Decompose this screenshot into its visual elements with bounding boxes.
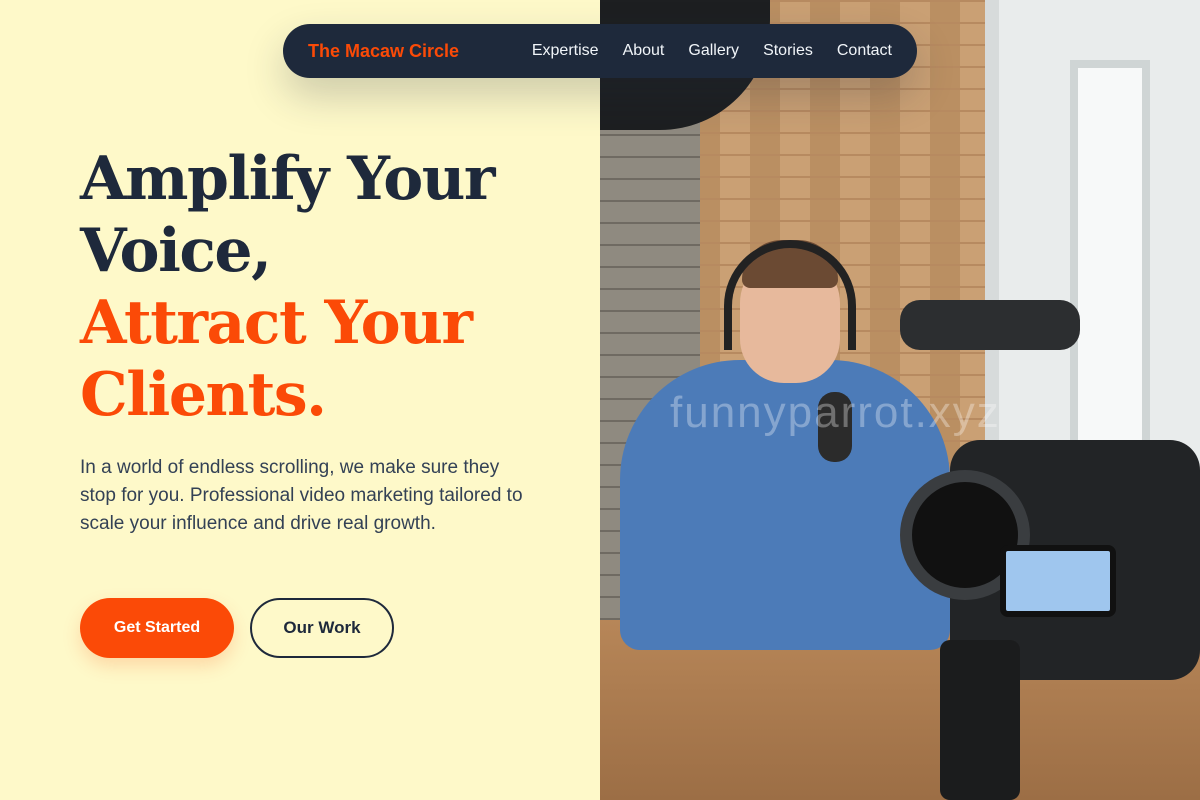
hero-photo: funnyparrot.xyz [600, 0, 1200, 800]
top-navigation: The Macaw Circle Expertise About Gallery… [283, 24, 917, 78]
camera-handle [900, 300, 1080, 350]
photo-watermark: funnyparrot.xyz [670, 388, 1001, 437]
get-started-button[interactable]: Get Started [80, 598, 234, 658]
camera-tripod [940, 640, 1020, 800]
nav-link-about[interactable]: About [623, 42, 665, 60]
our-work-button[interactable]: Our Work [250, 598, 394, 658]
brand-logo-link[interactable]: The Macaw Circle [308, 41, 459, 62]
headline-line-3: Attract Your [80, 288, 473, 358]
headline-line-2: Voice, [80, 216, 272, 286]
nav-link-gallery[interactable]: Gallery [688, 42, 739, 60]
nav-links: Expertise About Gallery Stories Contact [532, 42, 892, 60]
nav-link-contact[interactable]: Contact [837, 42, 892, 60]
headline-line-4: Clients. [80, 360, 327, 430]
hero-headline: Amplify Your Voice, Attract Your Clients… [80, 143, 496, 431]
camera-screen [1000, 545, 1116, 617]
hero-lead-paragraph: In a world of endless scrolling, we make… [80, 457, 523, 534]
nav-link-stories[interactable]: Stories [763, 42, 813, 60]
hero-section: Amplify Your Voice, Attract Your Clients… [0, 0, 600, 800]
nav-link-expertise[interactable]: Expertise [532, 42, 599, 60]
headline-line-1: Amplify Your [80, 144, 496, 214]
window-pane [1070, 60, 1150, 480]
